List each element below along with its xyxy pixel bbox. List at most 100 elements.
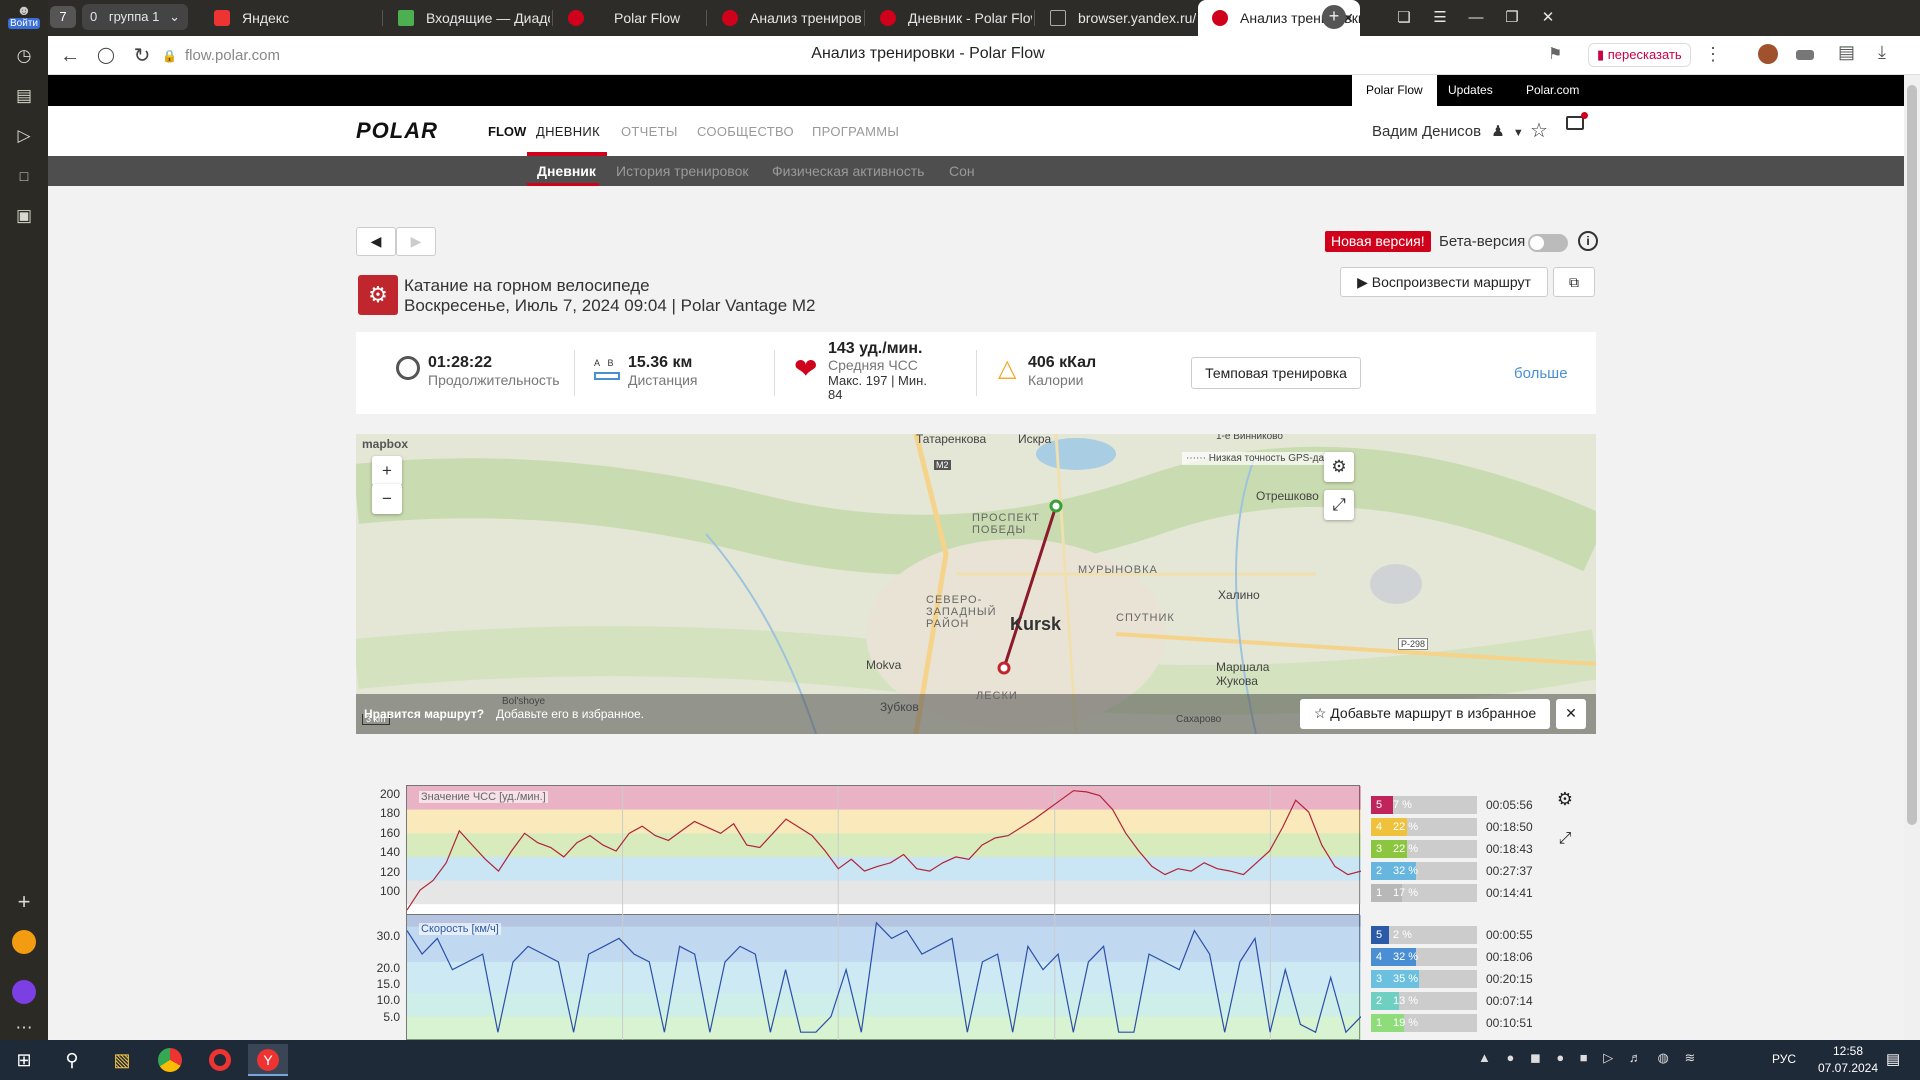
add-icon[interactable]: + bbox=[10, 888, 38, 916]
zone-number: 4 bbox=[1371, 818, 1387, 836]
notifications-icon[interactable]: ▤ bbox=[1886, 1050, 1900, 1068]
zoom-out-button[interactable]: − bbox=[372, 484, 402, 514]
zone-band-4 bbox=[407, 926, 1361, 962]
file-explorer-icon[interactable]: ▧ bbox=[102, 1044, 142, 1076]
history-icon[interactable]: ◷ bbox=[10, 42, 38, 70]
link-polar-com[interactable]: Polar.com bbox=[1512, 75, 1593, 106]
language-indicator[interactable]: РУС bbox=[1772, 1052, 1796, 1066]
tab-group[interactable]: 0 группа 1 ⌄ bbox=[82, 4, 188, 30]
speed-zone-4: 4 32 % bbox=[1371, 948, 1477, 966]
windows-start-icon[interactable]: ⊞ bbox=[4, 1044, 44, 1076]
subnav-diary[interactable]: Дневник bbox=[537, 156, 596, 186]
retell-button[interactable]: ▮ пересказать bbox=[1588, 43, 1691, 67]
tab-diary[interactable]: Дневник - Polar Flow bbox=[866, 0, 1032, 36]
scrollbar[interactable] bbox=[1904, 75, 1920, 1040]
polar-logo[interactable]: POLAR bbox=[356, 118, 438, 144]
nav-reports[interactable]: ОТЧЕТЫ bbox=[621, 124, 678, 139]
new-tab-button[interactable]: + bbox=[1322, 5, 1346, 29]
zoom-in-button[interactable]: + bbox=[372, 456, 402, 486]
mail-icon bbox=[398, 10, 414, 26]
hr-zone-3: 3 22 % bbox=[1371, 840, 1477, 858]
nav-programs[interactable]: ПРОГРАММЫ bbox=[812, 124, 899, 139]
share-button[interactable]: ⧉ bbox=[1553, 267, 1595, 297]
chrome-icon[interactable] bbox=[150, 1044, 190, 1076]
chart-fullscreen-button[interactable]: ⤢ bbox=[1550, 825, 1580, 855]
sync-icon[interactable] bbox=[1566, 112, 1588, 130]
sport-icon: ⚙ bbox=[358, 275, 398, 315]
tab-label: Анализ тренировки - Pola bbox=[750, 10, 862, 26]
hr-chart[interactable]: Значение ЧСС [уд./мин.] bbox=[406, 785, 1361, 916]
link-polar-flow[interactable]: Polar Flow bbox=[1352, 75, 1437, 106]
yandex-browser-icon[interactable]: Y bbox=[248, 1044, 288, 1076]
system-tray-icons[interactable]: ▲ ● ◼ ● ■ ▷ ♬ ◍ ≋ bbox=[1478, 1050, 1701, 1066]
prev-session-button[interactable]: ◀ bbox=[356, 227, 396, 256]
bookmark-icon[interactable]: ⚑ bbox=[1548, 44, 1562, 64]
close-window-button[interactable]: ✕ bbox=[1526, 0, 1570, 36]
nav-diary[interactable]: ДНЕВНИК bbox=[536, 124, 600, 139]
scrollbar-thumb[interactable] bbox=[1907, 85, 1917, 825]
more-icon[interactable]: ⋯ bbox=[10, 1014, 38, 1042]
duration-label: Продолжительность bbox=[428, 372, 560, 388]
add-favorite-route-button[interactable]: ☆ Добавьте маршрут в избранное bbox=[1300, 699, 1550, 729]
session-date-device: Воскресенье, Июль 7, 2024 09:04 | Polar … bbox=[404, 296, 816, 315]
stopwatch-icon bbox=[396, 356, 420, 380]
close-banner-button[interactable]: ✕ bbox=[1556, 699, 1586, 729]
speed-zone-5: 5 2 % bbox=[1371, 926, 1477, 944]
tab-diadoc[interactable]: Входящие — Диадок bbox=[384, 0, 550, 36]
favorites-star-icon[interactable]: ☆ bbox=[1530, 118, 1548, 143]
more-vert-icon[interactable]: ⋮ bbox=[1704, 44, 1722, 65]
opera-icon[interactable] bbox=[200, 1044, 240, 1076]
hr-avg-label: Средняя ЧСС bbox=[828, 357, 918, 373]
flow-label: FLOW bbox=[488, 124, 527, 139]
polar-top-bar: Polar Flow Updates Polar.com bbox=[48, 75, 1904, 106]
info-icon[interactable]: i bbox=[1578, 231, 1598, 251]
back-icon[interactable]: ← bbox=[56, 42, 84, 70]
sub-nav: Дневник История тренировок Физическая ак… bbox=[48, 156, 1904, 186]
more-link[interactable]: больше bbox=[1514, 365, 1568, 382]
hr-zone-time: 00:18:43 bbox=[1486, 842, 1533, 856]
tab-label: browser.yandex.ru/c/alice bbox=[1078, 10, 1196, 26]
tab-alice[interactable]: browser.yandex.ru/c/alice bbox=[1036, 0, 1196, 36]
collections-icon[interactable]: ▤ bbox=[10, 82, 38, 110]
app-orange-icon[interactable] bbox=[10, 928, 38, 956]
subnav-history[interactable]: История тренировок bbox=[616, 156, 748, 186]
chart-settings-button[interactable]: ⚙ bbox=[1550, 785, 1580, 815]
speed-chart[interactable]: Скорость [км/ч] bbox=[406, 915, 1361, 1040]
login-avatar[interactable]: ☻ Войти bbox=[8, 2, 40, 30]
next-session-button[interactable]: ▶ bbox=[396, 227, 436, 256]
calendar-icon[interactable]: □ bbox=[10, 162, 38, 190]
map-fullscreen-button[interactable]: ⤢ bbox=[1324, 490, 1354, 520]
label-r298: Р-298 bbox=[1398, 638, 1429, 650]
hr-tick: 180 bbox=[379, 806, 400, 820]
tab-polar-flow[interactable]: Polar Flow bbox=[554, 0, 704, 36]
yandex-home-icon[interactable]: ◯ bbox=[92, 42, 120, 70]
clock-time[interactable]: 12:58 bbox=[1818, 1044, 1878, 1058]
user-menu[interactable]: Вадим Денисов ♟ ▼ bbox=[1372, 122, 1524, 140]
replay-route-button[interactable]: ▶ Воспроизвести маршрут bbox=[1340, 267, 1548, 297]
tab-group-counter[interactable]: 7 bbox=[50, 6, 76, 28]
route-map[interactable]: mapbox + − ⋯⋯ Низкая точность GPS-данных… bbox=[356, 434, 1596, 734]
clock-date[interactable]: 07.07.2024 bbox=[1812, 1061, 1884, 1075]
collections-icon[interactable]: ▤ bbox=[1838, 42, 1855, 63]
reload-icon[interactable]: ↻ bbox=[128, 42, 156, 70]
tab-yandex[interactable]: Яндекс bbox=[200, 0, 380, 36]
map-settings-button[interactable]: ⚙ bbox=[1324, 452, 1354, 482]
download-icon[interactable]: ⤓ bbox=[1878, 42, 1886, 63]
play-icon[interactable]: ▷ bbox=[10, 122, 38, 150]
subnav-sleep[interactable]: Сон bbox=[949, 156, 975, 186]
beta-toggle[interactable] bbox=[1528, 234, 1568, 252]
label-marshala: Маршала Жукова bbox=[1216, 660, 1270, 688]
notification-dot bbox=[1581, 112, 1588, 119]
subnav-activity[interactable]: Физическая активность bbox=[772, 156, 924, 186]
link-updates[interactable]: Updates bbox=[1434, 75, 1507, 106]
nav-community[interactable]: СООБЩЕСТВО bbox=[697, 124, 794, 139]
extension-avatar-icon[interactable] bbox=[1758, 44, 1778, 64]
zone-number: 1 bbox=[1371, 1014, 1387, 1032]
alice-icon[interactable] bbox=[10, 978, 38, 1006]
screenshot-icon[interactable]: ▣ bbox=[10, 202, 38, 230]
search-icon[interactable]: ⚲ bbox=[52, 1044, 92, 1076]
tab-analysis-1[interactable]: Анализ тренировки - Pola bbox=[708, 0, 862, 36]
extension-icon[interactable] bbox=[1796, 50, 1814, 60]
hr-tick: 200 bbox=[379, 787, 400, 801]
tempo-training-button[interactable]: Темповая тренировка bbox=[1191, 357, 1361, 389]
